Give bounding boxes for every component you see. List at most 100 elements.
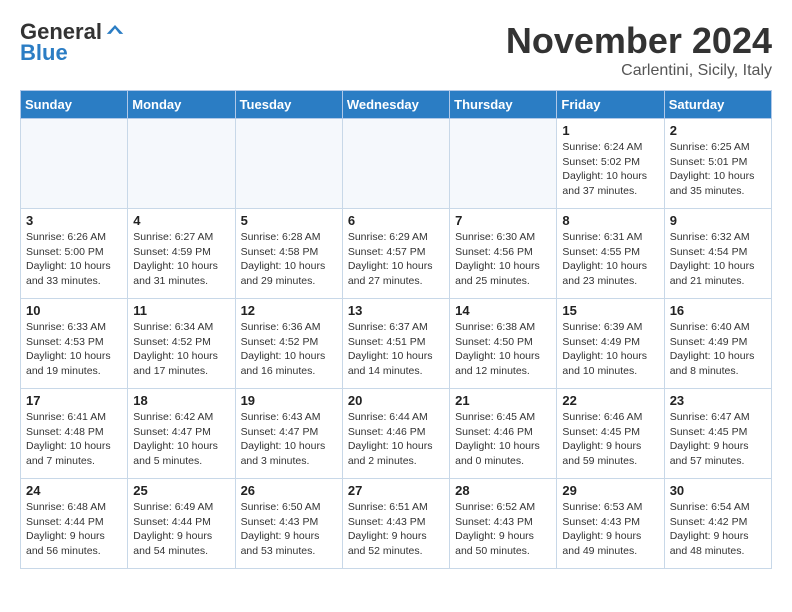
day-number: 19 — [241, 393, 337, 408]
calendar-cell: 2 Sunrise: 6:25 AM Sunset: 5:01 PM Daylig… — [664, 119, 771, 209]
day-number: 16 — [670, 303, 766, 318]
calendar-cell — [128, 119, 235, 209]
day-number: 7 — [455, 213, 551, 228]
logo-icon — [104, 23, 126, 37]
calendar-cell: 5Sunrise: 6:28 AM Sunset: 4:58 PM Daylig… — [235, 209, 342, 299]
day-number: 11 — [133, 303, 229, 318]
calendar-cell: 27 Sunrise: 6:51 AM Sunset: 4:43 PM Dayli… — [342, 479, 449, 569]
day-number: 3 — [26, 213, 122, 228]
week-row-0: 1 Sunrise: 6:24 AM Sunset: 5:02 PM Daylig… — [21, 119, 772, 209]
day-info: Sunrise: 6:45 AM Sunset: 4:46 PM Dayligh… — [455, 410, 551, 469]
day-info: Sunrise: 6:43 AM Sunset: 4:47 PM Dayligh… — [241, 410, 337, 469]
calendar-cell: 29Sunrise: 6:53 AM Sunset: 4:43 PM Dayli… — [557, 479, 664, 569]
calendar-cell — [21, 119, 128, 209]
day-number: 12 — [241, 303, 337, 318]
calendar-cell: 8 Sunrise: 6:31 AM Sunset: 4:55 PM Daylig… — [557, 209, 664, 299]
calendar-cell: 3 Sunrise: 6:26 AM Sunset: 5:00 PM Daylig… — [21, 209, 128, 299]
day-info: Sunrise: 6:31 AM Sunset: 4:55 PM Dayligh… — [562, 230, 658, 289]
calendar-cell: 26 Sunrise: 6:50 AM Sunset: 4:43 PM Dayli… — [235, 479, 342, 569]
day-info: Sunrise: 6:50 AM Sunset: 4:43 PM Dayligh… — [241, 500, 337, 559]
day-number: 29 — [562, 483, 658, 498]
day-info: Sunrise: 6:33 AM Sunset: 4:53 PM Dayligh… — [26, 320, 122, 379]
weekday-header-friday: Friday — [557, 91, 664, 119]
day-number: 4 — [133, 213, 229, 228]
day-number: 8 — [562, 213, 658, 228]
calendar-cell: 10 Sunrise: 6:33 AM Sunset: 4:53 PM Dayli… — [21, 299, 128, 389]
day-info: Sunrise: 6:46 AM Sunset: 4:45 PM Dayligh… — [562, 410, 658, 469]
day-info: Sunrise: 6:44 AM Sunset: 4:46 PM Dayligh… — [348, 410, 444, 469]
day-info: Sunrise: 6:36 AM Sunset: 4:52 PM Dayligh… — [241, 320, 337, 379]
day-info: Sunrise: 6:29 AM Sunset: 4:57 PM Dayligh… — [348, 230, 444, 289]
day-number: 24 — [26, 483, 122, 498]
calendar-cell: 9Sunrise: 6:32 AM Sunset: 4:54 PM Daylig… — [664, 209, 771, 299]
day-number: 2 — [670, 123, 766, 138]
calendar-cell: 19 Sunrise: 6:43 AM Sunset: 4:47 PM Dayli… — [235, 389, 342, 479]
day-number: 13 — [348, 303, 444, 318]
day-info: Sunrise: 6:52 AM Sunset: 4:43 PM Dayligh… — [455, 500, 551, 559]
calendar-cell: 23 Sunrise: 6:47 AM Sunset: 4:45 PM Dayli… — [664, 389, 771, 479]
day-info: Sunrise: 6:39 AM Sunset: 4:49 PM Dayligh… — [562, 320, 658, 379]
day-info: Sunrise: 6:24 AM Sunset: 5:02 PM Dayligh… — [562, 140, 658, 199]
weekday-header-row: SundayMondayTuesdayWednesdayThursdayFrid… — [21, 91, 772, 119]
day-number: 17 — [26, 393, 122, 408]
day-info: Sunrise: 6:41 AM Sunset: 4:48 PM Dayligh… — [26, 410, 122, 469]
day-info: Sunrise: 6:40 AM Sunset: 4:49 PM Dayligh… — [670, 320, 766, 379]
weekday-header-thursday: Thursday — [450, 91, 557, 119]
day-number: 10 — [26, 303, 122, 318]
day-info: Sunrise: 6:42 AM Sunset: 4:47 PM Dayligh… — [133, 410, 229, 469]
calendar-cell: 18 Sunrise: 6:42 AM Sunset: 4:47 PM Dayli… — [128, 389, 235, 479]
day-number: 9 — [670, 213, 766, 228]
calendar-cell: 20Sunrise: 6:44 AM Sunset: 4:46 PM Dayli… — [342, 389, 449, 479]
day-info: Sunrise: 6:27 AM Sunset: 4:59 PM Dayligh… — [133, 230, 229, 289]
weekday-header-wednesday: Wednesday — [342, 91, 449, 119]
calendar-cell — [342, 119, 449, 209]
day-number: 26 — [241, 483, 337, 498]
day-number: 27 — [348, 483, 444, 498]
subtitle: Carlentini, Sicily, Italy — [506, 62, 772, 80]
calendar: SundayMondayTuesdayWednesdayThursdayFrid… — [20, 90, 772, 569]
month-title: November 2024 — [506, 20, 772, 62]
week-row-3: 17 Sunrise: 6:41 AM Sunset: 4:48 PM Dayli… — [21, 389, 772, 479]
calendar-cell: 13 Sunrise: 6:37 AM Sunset: 4:51 PM Dayli… — [342, 299, 449, 389]
day-number: 5 — [241, 213, 337, 228]
calendar-cell: 6 Sunrise: 6:29 AM Sunset: 4:57 PM Daylig… — [342, 209, 449, 299]
day-info: Sunrise: 6:25 AM Sunset: 5:01 PM Dayligh… — [670, 140, 766, 199]
calendar-cell: 1 Sunrise: 6:24 AM Sunset: 5:02 PM Daylig… — [557, 119, 664, 209]
day-number: 23 — [670, 393, 766, 408]
header: General Blue November 2024 Carlentini, S… — [20, 20, 772, 80]
calendar-cell — [450, 119, 557, 209]
day-number: 25 — [133, 483, 229, 498]
day-info: Sunrise: 6:48 AM Sunset: 4:44 PM Dayligh… — [26, 500, 122, 559]
weekday-header-monday: Monday — [128, 91, 235, 119]
calendar-cell: 21Sunrise: 6:45 AM Sunset: 4:46 PM Dayli… — [450, 389, 557, 479]
weekday-header-sunday: Sunday — [21, 91, 128, 119]
calendar-cell: 22 Sunrise: 6:46 AM Sunset: 4:45 PM Dayli… — [557, 389, 664, 479]
day-info: Sunrise: 6:34 AM Sunset: 4:52 PM Dayligh… — [133, 320, 229, 379]
calendar-cell: 28 Sunrise: 6:52 AM Sunset: 4:43 PM Dayli… — [450, 479, 557, 569]
day-info: Sunrise: 6:30 AM Sunset: 4:56 PM Dayligh… — [455, 230, 551, 289]
week-row-2: 10 Sunrise: 6:33 AM Sunset: 4:53 PM Dayli… — [21, 299, 772, 389]
day-info: Sunrise: 6:26 AM Sunset: 5:00 PM Dayligh… — [26, 230, 122, 289]
day-info: Sunrise: 6:49 AM Sunset: 4:44 PM Dayligh… — [133, 500, 229, 559]
day-number: 28 — [455, 483, 551, 498]
calendar-cell: 24 Sunrise: 6:48 AM Sunset: 4:44 PM Dayli… — [21, 479, 128, 569]
calendar-cell — [235, 119, 342, 209]
calendar-cell: 14Sunrise: 6:38 AM Sunset: 4:50 PM Dayli… — [450, 299, 557, 389]
calendar-cell: 17 Sunrise: 6:41 AM Sunset: 4:48 PM Dayli… — [21, 389, 128, 479]
day-info: Sunrise: 6:51 AM Sunset: 4:43 PM Dayligh… — [348, 500, 444, 559]
day-number: 18 — [133, 393, 229, 408]
day-number: 22 — [562, 393, 658, 408]
week-row-1: 3 Sunrise: 6:26 AM Sunset: 5:00 PM Daylig… — [21, 209, 772, 299]
day-info: Sunrise: 6:37 AM Sunset: 4:51 PM Dayligh… — [348, 320, 444, 379]
calendar-cell: 16 Sunrise: 6:40 AM Sunset: 4:49 PM Dayli… — [664, 299, 771, 389]
day-number: 1 — [562, 123, 658, 138]
calendar-cell: 4 Sunrise: 6:27 AM Sunset: 4:59 PM Daylig… — [128, 209, 235, 299]
day-info: Sunrise: 6:47 AM Sunset: 4:45 PM Dayligh… — [670, 410, 766, 469]
title-area: November 2024 Carlentini, Sicily, Italy — [506, 20, 772, 80]
day-number: 6 — [348, 213, 444, 228]
logo-blue: Blue — [20, 40, 68, 66]
calendar-cell: 7 Sunrise: 6:30 AM Sunset: 4:56 PM Daylig… — [450, 209, 557, 299]
day-number: 14 — [455, 303, 551, 318]
calendar-cell: 25 Sunrise: 6:49 AM Sunset: 4:44 PM Dayli… — [128, 479, 235, 569]
weekday-header-tuesday: Tuesday — [235, 91, 342, 119]
